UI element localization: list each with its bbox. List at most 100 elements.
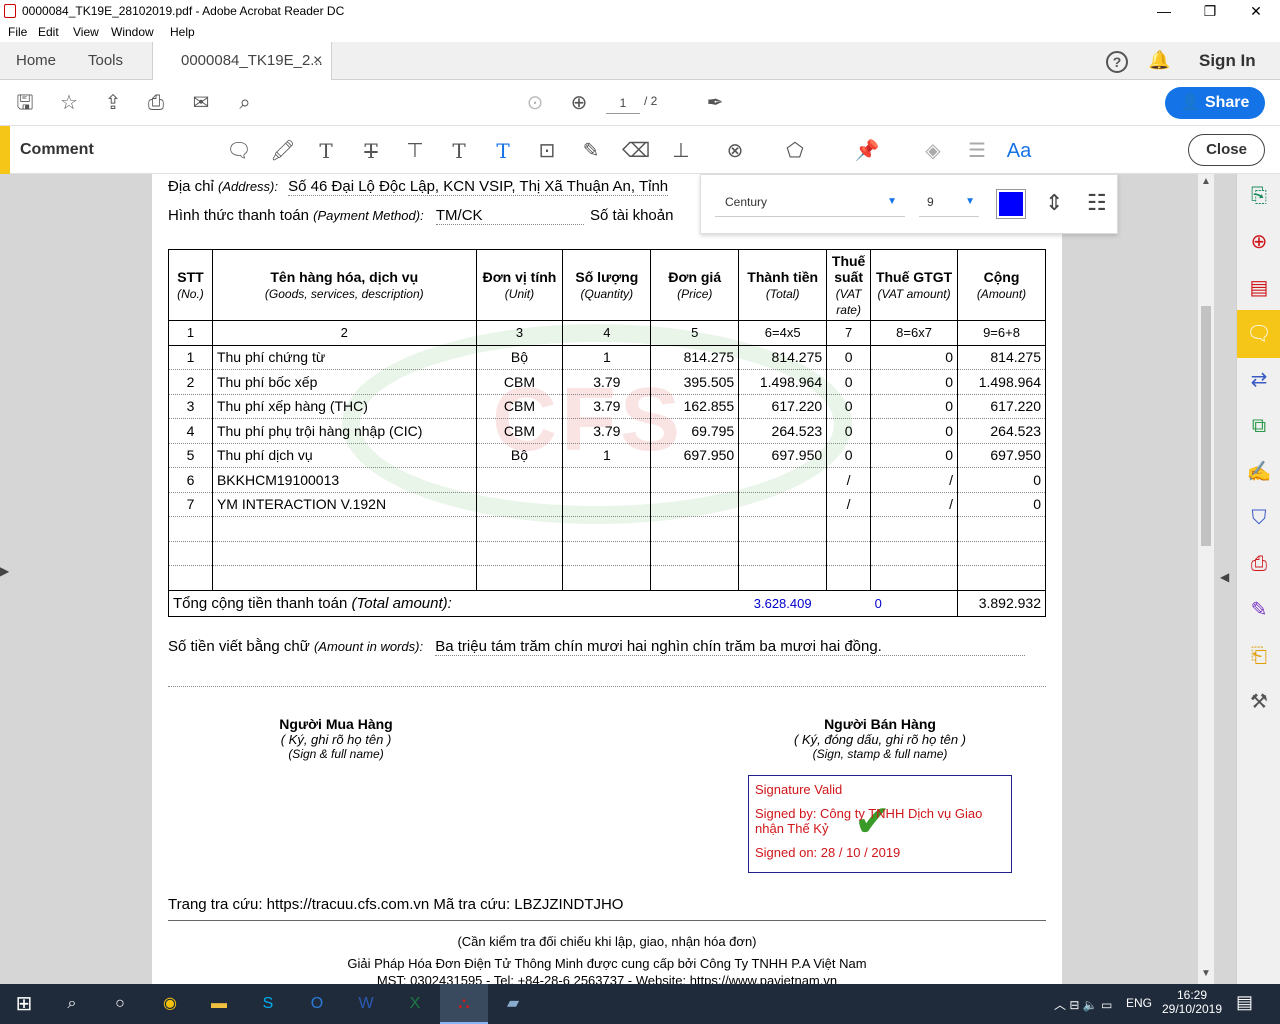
menu-window[interactable]: Window bbox=[111, 25, 154, 39]
pin-icon[interactable]: 📌 bbox=[854, 138, 880, 164]
more-tools-icon[interactable]: ⚒ bbox=[1245, 688, 1273, 716]
action-center-icon[interactable]: ▤ bbox=[1236, 992, 1253, 1013]
left-panel-toggle-icon[interactable]: ▶ bbox=[0, 564, 9, 578]
scroll-down-icon[interactable]: ▼ bbox=[1201, 968, 1211, 979]
acrobat-taskbar-icon[interactable]: ⛬ bbox=[440, 984, 488, 1024]
chrome-icon[interactable]: ◉ bbox=[154, 988, 186, 1020]
organize-pages-icon[interactable]: ▤ bbox=[1245, 274, 1273, 302]
help-icon[interactable]: ? bbox=[1106, 51, 1128, 73]
menu-view[interactable]: View bbox=[73, 25, 99, 39]
compress-pdf-icon[interactable]: ⎙ bbox=[1245, 550, 1273, 578]
shapes-icon[interactable]: ⬠ bbox=[782, 138, 808, 164]
search-taskbar-icon[interactable]: ⌕ bbox=[56, 988, 88, 1020]
print-icon[interactable]: ⎙ bbox=[143, 90, 169, 116]
payment-value: TM/CK bbox=[435, 207, 584, 225]
search-icon[interactable]: ⌕ bbox=[232, 90, 258, 116]
highlight-icon[interactable]: 🖍 bbox=[270, 138, 296, 164]
tab-document[interactable]: 0000084_TK19E_2... × bbox=[152, 42, 332, 80]
header-cell: Đơn vị tính (Unit) bbox=[475, 249, 564, 321]
line-spacing-icon[interactable]: ⇕ bbox=[1045, 190, 1063, 216]
send-for-comments-icon[interactable]: ⎗ bbox=[1245, 642, 1273, 670]
excel-icon[interactable]: X bbox=[399, 988, 431, 1020]
protect-icon[interactable]: ⛉ bbox=[1245, 504, 1273, 532]
table-cell bbox=[650, 565, 740, 591]
notification-bell-icon[interactable]: 🔔 bbox=[1148, 50, 1170, 71]
amount-in-words-line: Số tiền viết bằng chữ (Amount in words):… bbox=[168, 638, 1046, 656]
color-picker[interactable] bbox=[996, 189, 1026, 219]
pencil-icon[interactable]: ✎ bbox=[578, 138, 604, 164]
sticky-note-icon[interactable]: 🗨 bbox=[226, 138, 252, 164]
document-viewport: ▶ Địa chỉ (Address): Số 46 Đại Lộ Độc Lậ… bbox=[0, 174, 1236, 984]
stamp-icon[interactable]: ⊥ bbox=[668, 138, 694, 164]
clock[interactable]: 16:29 29/10/2019 bbox=[1160, 988, 1224, 1016]
table-cell bbox=[738, 492, 828, 517]
text-box-icon[interactable]: ⊡ bbox=[534, 138, 560, 164]
total-label: Tổng cộng tiền thanh toán bbox=[173, 594, 348, 612]
underline-text-icon[interactable]: T bbox=[313, 138, 339, 164]
star-icon[interactable]: ☆ bbox=[56, 90, 82, 116]
tray-icons[interactable]: ︿ ⊟ 🔈 ▭ bbox=[1054, 996, 1112, 1013]
eraser-icon[interactable]: ⌫ bbox=[622, 138, 650, 164]
app-taskbar-icon[interactable]: ▰ bbox=[497, 988, 529, 1020]
combine-files-icon[interactable]: ⇄ bbox=[1245, 366, 1273, 394]
total-vat: 0 bbox=[870, 590, 958, 617]
line-weight-icon[interactable]: ☰ bbox=[964, 138, 990, 164]
menu-file[interactable]: File bbox=[8, 25, 27, 39]
fill-sign-icon[interactable]: ✒ bbox=[702, 90, 728, 116]
outlook-icon[interactable]: O bbox=[301, 988, 333, 1020]
close-window-button[interactable]: ✕ bbox=[1233, 0, 1279, 22]
maximize-button[interactable]: ❐ bbox=[1187, 0, 1233, 22]
comment-panel-tab[interactable]: 🗨 bbox=[1237, 310, 1280, 358]
text-properties-icon[interactable]: Aa bbox=[1006, 138, 1032, 164]
save-icon[interactable]: 🖫 bbox=[12, 90, 38, 116]
table-cell: 697.950 bbox=[650, 443, 740, 468]
table-cell bbox=[870, 516, 958, 542]
skype-icon[interactable]: S bbox=[252, 988, 284, 1020]
menu-help[interactable]: Help bbox=[170, 25, 195, 39]
menu-edit[interactable]: Edit bbox=[38, 25, 59, 39]
scroll-up-icon[interactable]: ▲ bbox=[1201, 176, 1211, 187]
add-text-comment-icon[interactable]: T bbox=[490, 138, 516, 164]
minimize-button[interactable]: — bbox=[1141, 0, 1187, 22]
font-size-select[interactable]: 9 ▼ bbox=[919, 191, 979, 217]
table-cell bbox=[870, 565, 958, 591]
language-indicator[interactable]: ENG bbox=[1126, 996, 1152, 1010]
table-cell: 0 bbox=[826, 418, 872, 444]
signature-box[interactable]: ✔ Signature Valid Signed by: Công ty TNH… bbox=[748, 775, 1012, 873]
vertical-scrollbar[interactable]: ▲ ▼ bbox=[1198, 174, 1214, 984]
edit-pdf-icon[interactable]: ⧉ bbox=[1245, 412, 1273, 440]
attach-file-icon[interactable]: ⊗ bbox=[722, 138, 748, 164]
font-select[interactable]: Century ▼ bbox=[715, 191, 905, 217]
table-header-row: STT (No.) Tên hàng hóa, dịch vụ (Goods, se… bbox=[168, 249, 1046, 321]
word-icon[interactable]: W bbox=[350, 988, 382, 1020]
share-button[interactable]: 👤 Share bbox=[1165, 87, 1265, 119]
create-pdf-icon[interactable]: ⊕ bbox=[1245, 228, 1273, 256]
upload-cloud-icon[interactable]: ⇪ bbox=[100, 90, 126, 116]
sign-icon[interactable]: ✎ bbox=[1245, 596, 1273, 624]
insert-text-icon[interactable]: T bbox=[446, 138, 472, 164]
main-toolbar: 🖫 ☆ ⇪ ⎙ ✉ ⌕ ⊙ ⊕ 1 / 2 ✒ bbox=[0, 80, 1280, 126]
right-panel-toggle-icon[interactable]: ◀ bbox=[1220, 570, 1229, 584]
fill-color-icon[interactable]: ◈ bbox=[920, 138, 946, 164]
task-view-icon[interactable]: ○ bbox=[104, 988, 136, 1020]
page-number-input[interactable]: 1 bbox=[606, 92, 640, 114]
export-pdf-icon[interactable]: ⎘ bbox=[1245, 182, 1273, 210]
close-comment-button[interactable]: Close bbox=[1188, 134, 1265, 166]
replace-text-icon[interactable]: ⊤ bbox=[402, 138, 428, 164]
table-cell: 0 bbox=[957, 492, 1046, 517]
email-icon[interactable]: ✉ bbox=[188, 90, 214, 116]
fill-sign-tool-icon[interactable]: ✍ bbox=[1245, 458, 1273, 486]
tab-tools[interactable]: Tools bbox=[88, 42, 123, 80]
next-page-icon[interactable]: ⊕ bbox=[566, 90, 592, 116]
windows-start-icon[interactable]: ⊞ bbox=[8, 988, 40, 1020]
table-cell bbox=[826, 516, 872, 542]
paragraph-spacing-icon[interactable]: ☷ bbox=[1087, 190, 1107, 216]
scroll-thumb[interactable] bbox=[1201, 306, 1211, 546]
file-explorer-icon[interactable]: ▬ bbox=[203, 988, 235, 1020]
strikethrough-icon[interactable]: T bbox=[358, 138, 384, 164]
tab-close-icon[interactable]: × bbox=[313, 42, 322, 80]
numbering-cell: 2 bbox=[211, 320, 477, 346]
sign-in-link[interactable]: Sign In bbox=[1199, 51, 1256, 71]
tab-home[interactable]: Home bbox=[16, 42, 56, 80]
prev-page-icon[interactable]: ⊙ bbox=[522, 90, 548, 116]
